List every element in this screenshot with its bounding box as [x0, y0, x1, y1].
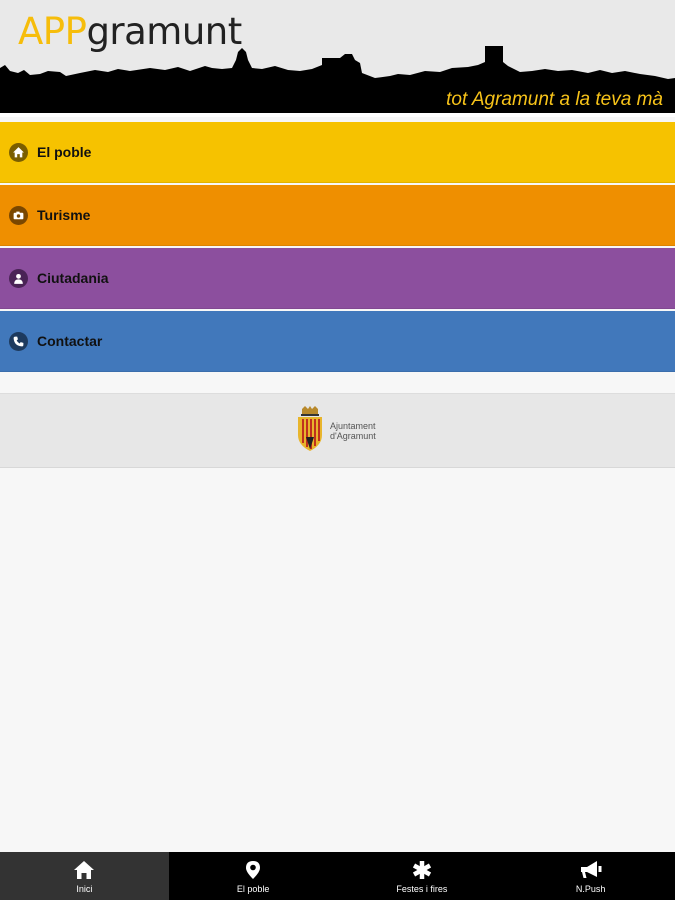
- tab-festes-i-fires[interactable]: Festes i fires: [338, 852, 507, 900]
- tab-el-poble[interactable]: El poble: [169, 852, 338, 900]
- person-icon: [9, 268, 28, 288]
- town-crest-logo: [298, 406, 322, 451]
- sponsor-name: Ajuntament d'Agramunt: [330, 421, 376, 441]
- phone-icon: [9, 331, 28, 351]
- sponsor-banner[interactable]: Ajuntament d'Agramunt: [0, 393, 675, 468]
- tab-inici[interactable]: Inici: [0, 852, 169, 900]
- menu-item-label: Contactar: [37, 333, 103, 349]
- tab-label: Inici: [76, 884, 93, 894]
- camera-icon: [9, 205, 28, 225]
- menu-item-contactar[interactable]: Contactar: [0, 311, 675, 372]
- main-menu: El poble Turisme Ciutadania Contactar: [0, 122, 675, 374]
- home-icon: [74, 861, 95, 879]
- menu-item-el-poble[interactable]: El poble: [0, 122, 675, 183]
- sponsor-line1: Ajuntament: [330, 421, 376, 431]
- tagline: tot Agramunt a la teva mà: [446, 89, 663, 110]
- tab-label: Festes i fires: [396, 884, 448, 894]
- app-header: APPgramunt tot Agramunt a la teva mà: [0, 0, 675, 117]
- tab-label: El poble: [236, 884, 270, 894]
- asterisk-icon: [412, 861, 431, 879]
- megaphone-icon: [580, 861, 602, 878]
- map-pin-icon: [246, 861, 261, 879]
- header-divider: [0, 113, 675, 117]
- menu-item-label: Ciutadania: [37, 270, 109, 286]
- menu-item-label: Turisme: [37, 207, 91, 223]
- home-icon: [9, 142, 28, 162]
- sponsor-line2: d'Agramunt: [330, 431, 376, 441]
- menu-item-ciutadania[interactable]: Ciutadania: [0, 248, 675, 309]
- bottom-tab-bar: Inici El poble Festes i fires N.Push: [0, 852, 675, 900]
- menu-item-turisme[interactable]: Turisme: [0, 185, 675, 246]
- tab-n-push[interactable]: N.Push: [506, 852, 675, 900]
- menu-item-label: El poble: [37, 144, 92, 160]
- tab-label: N.Push: [575, 884, 606, 894]
